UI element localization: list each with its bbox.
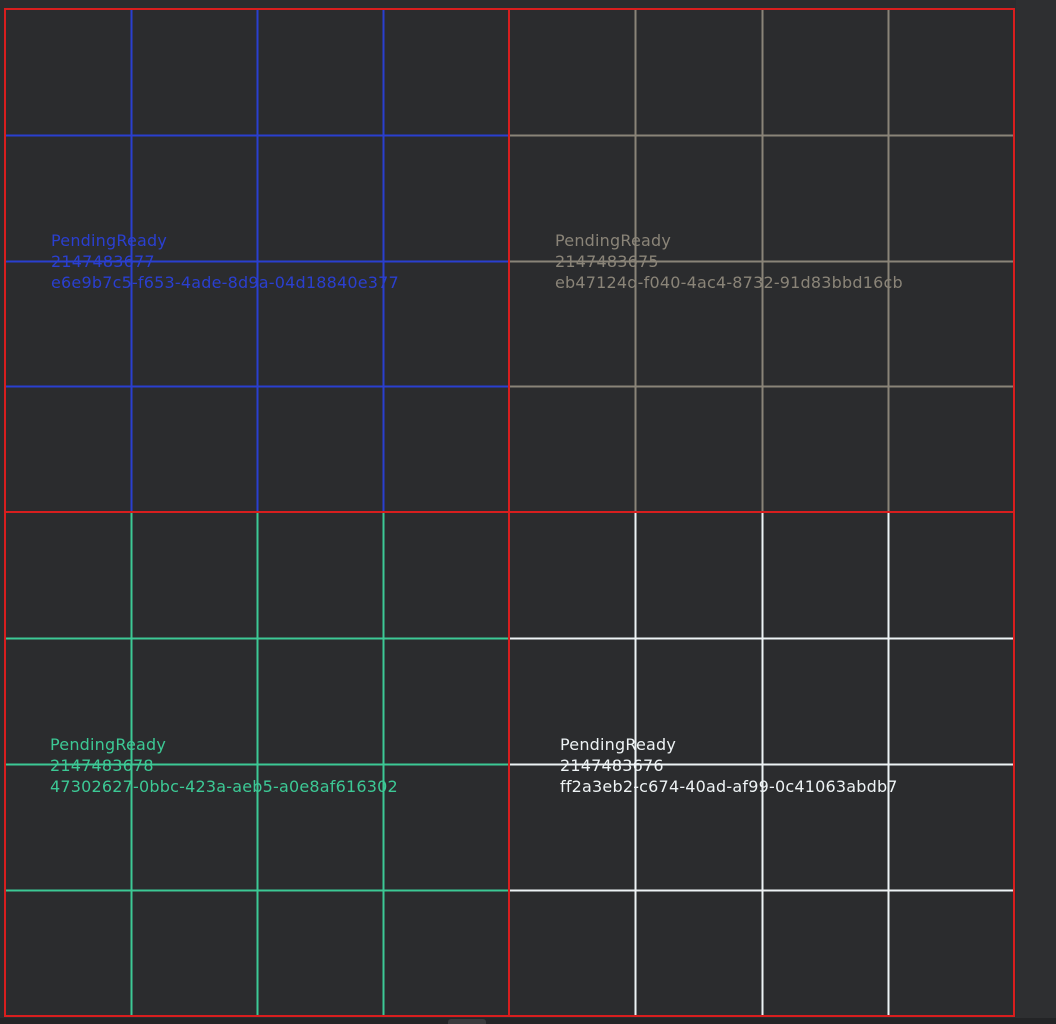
- tile-top-right[interactable]: PendingReady 2147483675 eb47124d-f040-4a…: [509, 9, 1014, 512]
- tile-status: PendingReady: [51, 231, 168, 250]
- tile-number: 2147483676: [560, 756, 664, 775]
- tile-uuid: ff2a3eb2-c674-40ad-af99-0c41063abdb7: [560, 777, 898, 796]
- bottom-strip: [0, 1018, 1056, 1024]
- bottom-resize-handle[interactable]: [448, 1019, 486, 1024]
- tile-top-left[interactable]: PendingReady 2147483677 e6e9b7c5-f653-4a…: [5, 9, 509, 512]
- tile-label: PendingReady 2147483677 e6e9b7c5-f653-4a…: [51, 230, 399, 293]
- tile-label: PendingReady 2147483676 ff2a3eb2-c674-40…: [560, 734, 898, 797]
- tile-uuid: e6e9b7c5-f653-4ade-8d9a-04d18840e377: [51, 273, 399, 292]
- tile-label: PendingReady 2147483675 eb47124d-f040-4a…: [555, 230, 903, 293]
- tile-uuid: eb47124d-f040-4ac4-8732-91d83bbd16cb: [555, 273, 903, 292]
- tile-uuid: 47302627-0bbc-423a-aeb5-a0e8af616302: [50, 777, 398, 796]
- tile-status: PendingReady: [50, 735, 167, 754]
- viewer-canvas: PendingReady 2147483677 e6e9b7c5-f653-4a…: [0, 0, 1056, 1024]
- tile-bottom-right[interactable]: PendingReady 2147483676 ff2a3eb2-c674-40…: [509, 512, 1014, 1016]
- tile-number: 2147483678: [50, 756, 154, 775]
- tile-bottom-left[interactable]: PendingReady 2147483678 47302627-0bbc-42…: [5, 512, 509, 1016]
- tile-status: PendingReady: [560, 735, 677, 754]
- tile-label: PendingReady 2147483678 47302627-0bbc-42…: [50, 734, 398, 797]
- tile-number: 2147483675: [555, 252, 659, 271]
- tile-status: PendingReady: [555, 231, 672, 250]
- right-gutter: [1016, 0, 1056, 1024]
- tile-number: 2147483677: [51, 252, 155, 271]
